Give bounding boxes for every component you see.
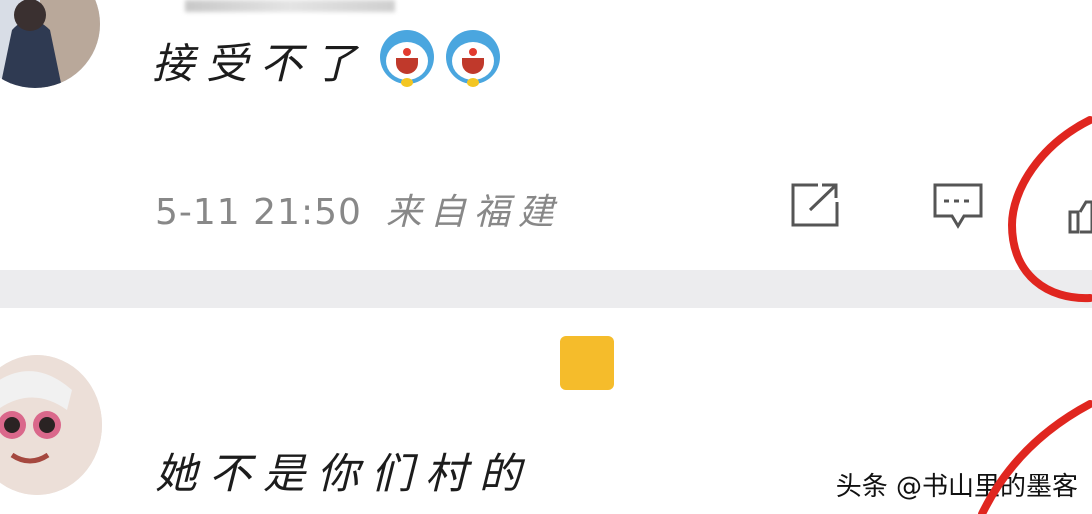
comment-text: 她不是你们村的 bbox=[155, 449, 534, 498]
share-button[interactable] bbox=[790, 182, 840, 228]
like-button[interactable] bbox=[1068, 200, 1092, 234]
avatar[interactable] bbox=[0, 355, 102, 495]
avatar[interactable] bbox=[0, 0, 100, 88]
comment-icon bbox=[933, 183, 983, 229]
separator bbox=[0, 270, 1092, 308]
username[interactable] bbox=[185, 0, 395, 12]
comment-button[interactable] bbox=[932, 182, 984, 232]
comment-time: 5-11 21:50 bbox=[155, 192, 362, 233]
share-icon bbox=[791, 183, 839, 227]
sticker-image bbox=[560, 336, 614, 390]
watermark: 头条 @书山里的墨客 bbox=[835, 472, 1078, 502]
doraemon-laugh-emoji bbox=[380, 30, 434, 87]
thumb-up-icon bbox=[1068, 200, 1092, 234]
comment-meta: 5-11 21:50 来自福建 bbox=[155, 183, 562, 235]
comment-location: 来自福建 bbox=[385, 192, 562, 233]
comment-text: 接受不了 bbox=[152, 39, 369, 88]
comment-card: 接受不了 5-11 21:50 来自福建 bbox=[0, 0, 1092, 270]
doraemon-laugh-emoji bbox=[446, 30, 500, 87]
